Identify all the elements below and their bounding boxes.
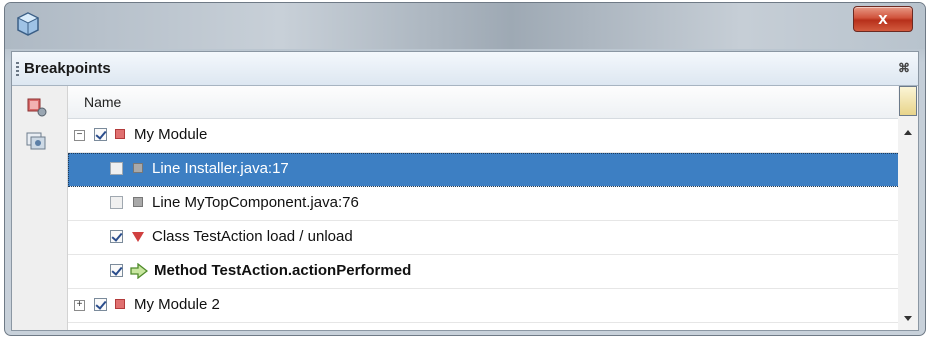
tree-row-my-module-2[interactable]: + My Module 2 <box>68 289 904 323</box>
breakpoints-table: Name − My Module Line Installer.java:17 … <box>68 86 904 330</box>
red-square-icon <box>115 299 125 309</box>
red-triangle-icon <box>132 232 144 242</box>
green-arrow-icon <box>130 263 148 279</box>
collapse-icon[interactable]: − <box>74 130 85 141</box>
tree-row-line-installer[interactable]: Line Installer.java:17 <box>68 153 904 187</box>
scroll-up-icon[interactable] <box>904 130 912 135</box>
enable-checkbox[interactable] <box>94 128 107 141</box>
breakpoints-panel: Breakpoints ⌘ Name − My Module Line Inst… <box>11 51 919 331</box>
drag-grip-icon[interactable] <box>16 62 19 76</box>
panel-close-button[interactable]: ⌘ <box>898 61 910 75</box>
tree-row-line-mytopcomponent[interactable]: Line MyTopComponent.java:76 <box>68 187 904 221</box>
row-label: Class TestAction load / unload <box>152 228 353 245</box>
row-label: My Module 2 <box>134 296 220 313</box>
column-config-icon[interactable] <box>899 86 917 116</box>
breakpoints-window: x Breakpoints ⌘ Name − My Module Line In… <box>4 2 926 336</box>
expand-icon[interactable]: + <box>74 300 85 311</box>
row-label: Line MyTopComponent.java:76 <box>152 194 359 211</box>
tree-row-method-actionperformed[interactable]: Method TestAction.actionPerformed <box>68 255 904 289</box>
scroll-down-icon[interactable] <box>904 316 912 321</box>
row-label: Method TestAction.actionPerformed <box>154 262 412 279</box>
gray-square-icon <box>133 197 143 207</box>
column-header-label: Name <box>84 94 122 110</box>
app-cube-icon <box>17 12 39 36</box>
enable-checkbox[interactable] <box>110 230 123 243</box>
deactivate-breakpoints-icon[interactable] <box>25 96 49 118</box>
enable-checkbox[interactable] <box>110 162 123 175</box>
vertical-scrollbar[interactable] <box>898 86 918 330</box>
tree-row-my-module[interactable]: − My Module <box>68 119 904 153</box>
row-label: Line Installer.java:17 <box>152 160 289 177</box>
enable-checkbox[interactable] <box>94 298 107 311</box>
window-close-button[interactable]: x <box>853 6 913 32</box>
panel-title: Breakpoints <box>24 60 111 77</box>
enable-checkbox[interactable] <box>110 264 123 277</box>
row-label: My Module <box>134 126 208 143</box>
enable-checkbox[interactable] <box>110 196 123 209</box>
panel-header: Breakpoints ⌘ <box>12 52 918 86</box>
title-bar[interactable]: x <box>5 3 925 49</box>
gray-square-icon <box>133 163 143 173</box>
column-header-name[interactable]: Name <box>68 86 904 119</box>
red-square-icon <box>115 129 125 139</box>
side-toolbar <box>12 86 68 330</box>
breakpoint-groups-icon[interactable] <box>25 130 49 152</box>
tree-row-class-testaction[interactable]: Class TestAction load / unload <box>68 221 904 255</box>
